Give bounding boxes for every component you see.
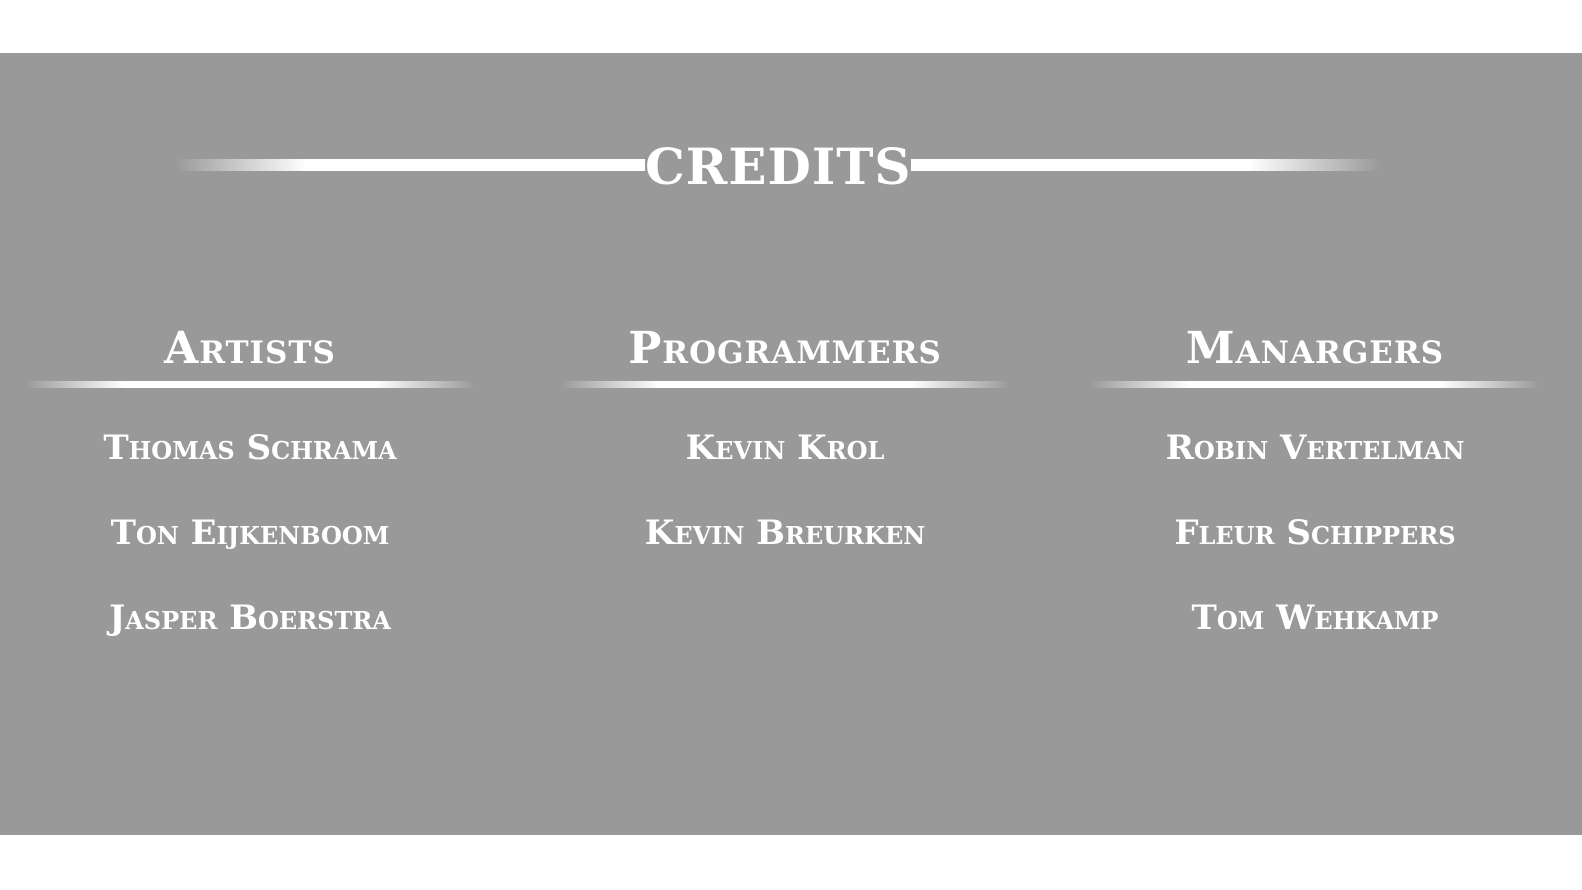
managers-divider <box>1090 381 1540 388</box>
managers-column: Manargers Robin Vertelman Fleur Schipper… <box>1090 323 1540 683</box>
programmer-name: Kevin Breurken <box>644 513 926 553</box>
artist-name: Ton Eijkenboom <box>110 513 390 553</box>
manager-name: Fleur Schippers <box>1174 513 1456 553</box>
artists-list: Thomas Schrama Ton Eijkenboom Jasper Boe… <box>25 428 475 638</box>
credits-title: CREDITS <box>645 137 912 196</box>
credits-header: CREDITS <box>0 93 1582 196</box>
managers-list: Robin Vertelman Fleur Schippers Tom Wehk… <box>1090 428 1540 638</box>
header-divider-left <box>175 159 645 171</box>
programmers-list: Kevin Krol Kevin Breurken <box>560 428 1010 553</box>
manager-name: Robin Vertelman <box>1165 428 1465 468</box>
artists-column: Artists Thomas Schrama Ton Eijkenboom Ja… <box>25 323 475 683</box>
artist-name: Thomas Schrama <box>103 428 397 468</box>
programmers-divider <box>560 381 1010 388</box>
programmers-heading: Programmers <box>628 323 942 374</box>
programmer-name: Kevin Krol <box>685 428 885 468</box>
header-divider-right <box>911 159 1381 171</box>
manager-name: Tom Wehkamp <box>1191 598 1439 638</box>
credits-panel: CREDITS Artists Thomas Schrama Ton Eijke… <box>0 53 1582 835</box>
artist-name: Jasper Boerstra <box>109 598 391 638</box>
artists-divider <box>25 381 475 388</box>
programmers-column: Programmers Kevin Krol Kevin Breurken <box>560 323 1010 598</box>
artists-heading: Artists <box>164 323 336 374</box>
managers-heading: Manargers <box>1185 323 1445 374</box>
